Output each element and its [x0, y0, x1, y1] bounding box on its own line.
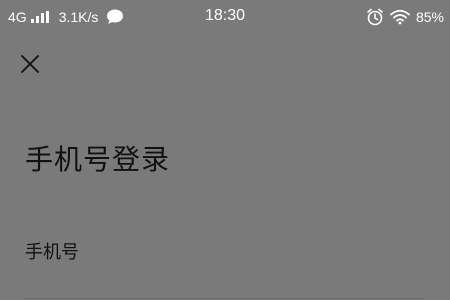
phone-input-underline — [25, 298, 425, 299]
phone-number-input[interactable] — [120, 232, 424, 268]
battery-level: 85% — [415, 9, 444, 25]
status-bar: 4G 3.1K/s 18:30 85% — [0, 0, 450, 34]
phone-number-label: 手机号 — [25, 242, 79, 263]
close-icon — [21, 55, 39, 73]
page-title: 手机号登录 — [25, 143, 171, 176]
close-button[interactable] — [18, 52, 42, 76]
alarm-icon — [367, 8, 383, 26]
wifi-icon — [390, 9, 410, 25]
status-right: 85% — [366, 6, 444, 28]
